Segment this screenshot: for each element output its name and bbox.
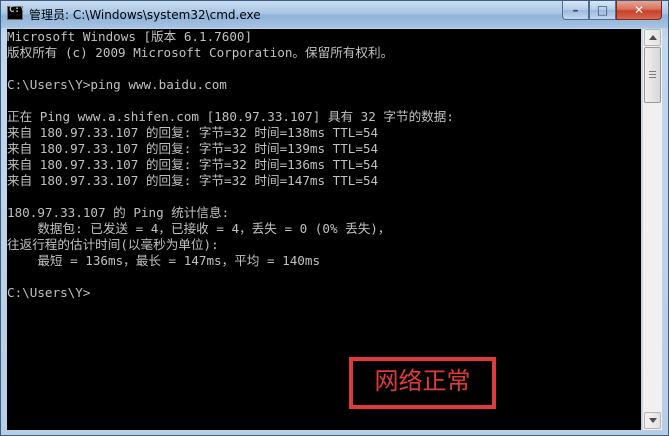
console-line: 最短 = 136ms，最长 = 147ms，平均 = 140ms — [7, 253, 321, 268]
scroll-up-button[interactable] — [644, 29, 661, 46]
title-bar[interactable]: C:\ 管理员: C:\Windows\system32\cmd.exe – □… — [1, 1, 668, 28]
console-line: C:\Users\Y> — [7, 285, 91, 300]
grip-icon — [649, 71, 656, 72]
console-line: C:\Users\Y>ping www.baidu.com — [7, 77, 227, 92]
console-line: 来自 180.97.33.107 的回复: 字节=32 时间=139ms TTL… — [7, 141, 379, 156]
scroll-down-button[interactable] — [644, 412, 661, 429]
cmd-icon[interactable]: C:\ — [7, 5, 25, 20]
console-line: 来自 180.97.33.107 的回复: 字节=32 时间=147ms TTL… — [7, 173, 379, 188]
console-line: 180.97.33.107 的 Ping 统计信息: — [7, 205, 230, 220]
console-output[interactable]: Microsoft Windows [版本 6.1.7600] 版权所有 (c)… — [7, 29, 641, 430]
window-title: 管理员: C:\Windows\system32\cmd.exe — [29, 8, 261, 22]
vertical-scrollbar[interactable] — [642, 29, 662, 430]
maximize-button[interactable]: □ — [589, 1, 616, 20]
console-lines: Microsoft Windows [版本 6.1.7600] 版权所有 (c)… — [7, 29, 454, 301]
grip-icon — [649, 77, 656, 78]
console-line: 正在 Ping www.a.shifen.com [180.97.33.107]… — [7, 109, 454, 124]
annotation-label: 网络正常 — [374, 367, 471, 395]
console-line: 版权所有 (c) 2009 Microsoft Corporation。保留所有… — [7, 45, 394, 60]
cmd-window: C:\ 管理员: C:\Windows\system32\cmd.exe – □… — [0, 0, 669, 436]
console-line: Microsoft Windows [版本 6.1.7600] — [7, 29, 253, 44]
console-line: 来自 180.97.33.107 的回复: 字节=32 时间=138ms TTL… — [7, 125, 379, 140]
close-button[interactable]: ✕ — [616, 1, 662, 20]
console-line: 往返行程的估计时间(以毫秒为单位): — [7, 237, 219, 252]
grip-icon — [649, 74, 656, 75]
minimize-button[interactable]: – — [562, 1, 589, 20]
console-line: 数据包: 已发送 = 4，已接收 = 4，丢失 = 0 (0% 丢失)， — [7, 221, 391, 236]
arrow-down-icon — [649, 418, 657, 423]
arrow-up-icon — [649, 35, 657, 40]
console-line: 来自 180.97.33.107 的回复: 字节=32 时间=136ms TTL… — [7, 157, 379, 172]
annotation-box: 网络正常 — [349, 357, 496, 409]
scrollbar-thumb[interactable] — [644, 47, 661, 103]
